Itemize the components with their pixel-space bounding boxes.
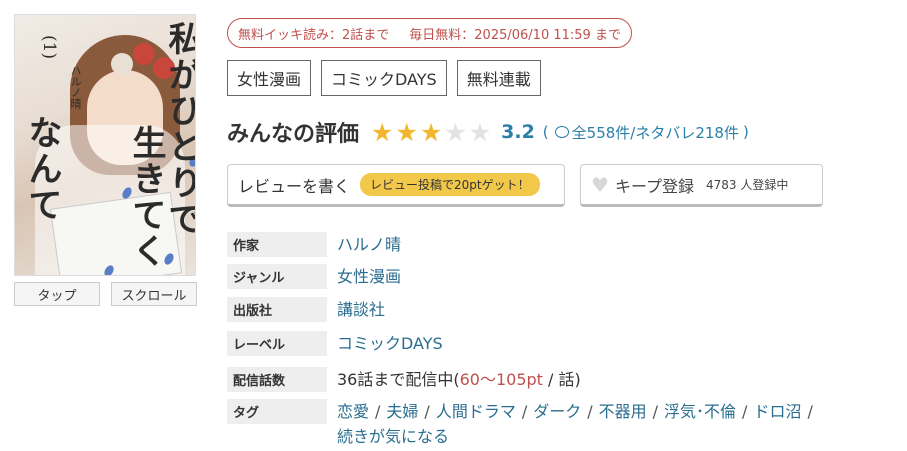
cover-image[interactable]: 私がひとりで 生きてく なんて (1) ハルノ晴 — [14, 14, 196, 276]
tag-link-romance[interactable]: 恋愛 — [337, 402, 369, 421]
rose-decoration — [111, 53, 133, 75]
episodes-price: 60〜105pt — [459, 370, 543, 389]
star-rating: ★ ★ ★ ★ ★ — [371, 120, 491, 145]
tags-label: タグ — [227, 399, 327, 424]
tag-link-clumsy[interactable]: 不器用 — [599, 402, 647, 421]
star-icon: ★ — [395, 117, 418, 147]
close-paren: ) — [742, 123, 749, 141]
label-label: レーベル — [227, 331, 327, 356]
author-link[interactable]: ハルノ晴 — [337, 232, 401, 257]
tag-link-couple[interactable]: 夫婦 — [386, 402, 418, 421]
rating-section: みんなの評価 ★ ★ ★ ★ ★ 3.2 ( 全558件/ネタバレ218件 ) — [227, 116, 749, 148]
keep-button[interactable]: ♥ キープ登録 4783 人登録中 — [580, 164, 823, 207]
open-paren: ( — [542, 123, 549, 141]
write-review-button[interactable]: レビューを書く レビュー投稿で20ptゲット！ — [227, 164, 565, 207]
write-review-label: レビューを書く — [238, 176, 351, 196]
star-icon: ★ — [468, 117, 492, 147]
star-icon: ★ — [419, 117, 443, 147]
tag-link-dark[interactable]: ダーク — [533, 402, 581, 421]
tag-link-affair[interactable]: 浮気･不倫 — [664, 402, 736, 421]
info-row-episodes: 配信話数 36話まで配信中(60〜105pt / 話) — [227, 367, 887, 392]
tag-link-cliffhanger[interactable]: 続きが気になる — [337, 427, 449, 446]
info-row-tags: タグ 恋愛 / 夫婦 / 人間ドラマ / ダーク / 不器用 / 浮気･不倫 / ドロ沼 / 続きが気になる — [227, 399, 887, 449]
free-ikki-text: 無料イッキ読み：2話まで — [238, 27, 390, 43]
heart-icon: ♥ — [591, 172, 609, 197]
info-row-author: 作家 ハルノ晴 — [227, 232, 887, 257]
tag-link-human-drama[interactable]: 人間ドラマ — [436, 402, 516, 421]
star-icon: ★ — [444, 117, 467, 147]
tag-link-mess[interactable]: ドロ沼 — [753, 402, 801, 421]
comment-bubble-icon — [554, 126, 569, 138]
rose-decoration — [133, 43, 155, 65]
publisher-link[interactable]: 講談社 — [337, 297, 385, 322]
publisher-label: 出版社 — [227, 297, 327, 322]
episodes-suffix: / 話) — [542, 370, 581, 389]
info-row-label: レーベル コミックDAYS — [227, 331, 887, 356]
info-row-publisher: 出版社 講談社 — [227, 297, 887, 322]
star-icon: ★ — [371, 117, 394, 147]
tag-comic-days[interactable]: コミックDAYS — [321, 60, 447, 96]
scroll-view-button[interactable]: スクロール — [111, 282, 197, 306]
cover-title-line3: なんて — [22, 115, 62, 223]
author-label: 作家 — [227, 232, 327, 257]
view-mode-buttons: タップ スクロール — [14, 282, 197, 306]
cover-title-line2: 生きてく — [126, 125, 166, 269]
review-count-link[interactable]: 全558件/ネタバレ218件 — [572, 122, 739, 143]
episodes-label: 配信話数 — [227, 367, 327, 392]
label-link[interactable]: コミックDAYS — [337, 331, 443, 356]
rating-score: 3.2 — [501, 121, 535, 143]
free-reading-banner: 無料イッキ読み：2話まで 毎日無料：2025/06/10 11:59 まで — [227, 18, 632, 48]
cover-volume: (1) — [39, 35, 59, 60]
info-table: 作家 ハルノ晴 ジャンル 女性漫画 出版社 講談社 レーベル コミックDAYS … — [227, 232, 887, 449]
tag-list: 恋愛 / 夫婦 / 人間ドラマ / ダーク / 不器用 / 浮気･不倫 / ドロ沼 / 続きが気になる — [337, 402, 813, 446]
tag-free-serial[interactable]: 無料連載 — [456, 60, 541, 96]
keep-count: 4783 人登録中 — [705, 178, 789, 192]
tap-view-button[interactable]: タップ — [14, 282, 100, 306]
genre-link[interactable]: 女性漫画 — [337, 264, 401, 289]
daily-free-text: 毎日無料：2025/06/10 11:59 まで — [409, 27, 621, 43]
rating-heading: みんなの評価 — [227, 122, 360, 147]
info-row-genre: ジャンル 女性漫画 — [227, 264, 887, 289]
episodes-prefix: 36話まで配信中( — [337, 370, 460, 389]
category-tags: 女性漫画 コミックDAYS 無料連載 — [227, 60, 541, 96]
genre-label: ジャンル — [227, 264, 327, 289]
cover-title-line1: 私がひとりで — [162, 21, 196, 237]
cover-author: ハルノ晴 — [69, 65, 82, 109]
review-promo-badge: レビュー投稿で20ptゲット！ — [360, 173, 540, 196]
episodes-value: 36話まで配信中(60〜105pt / 話) — [337, 367, 581, 392]
keep-label: キープ登録 — [614, 176, 694, 196]
tag-josei-manga[interactable]: 女性漫画 — [227, 60, 312, 96]
